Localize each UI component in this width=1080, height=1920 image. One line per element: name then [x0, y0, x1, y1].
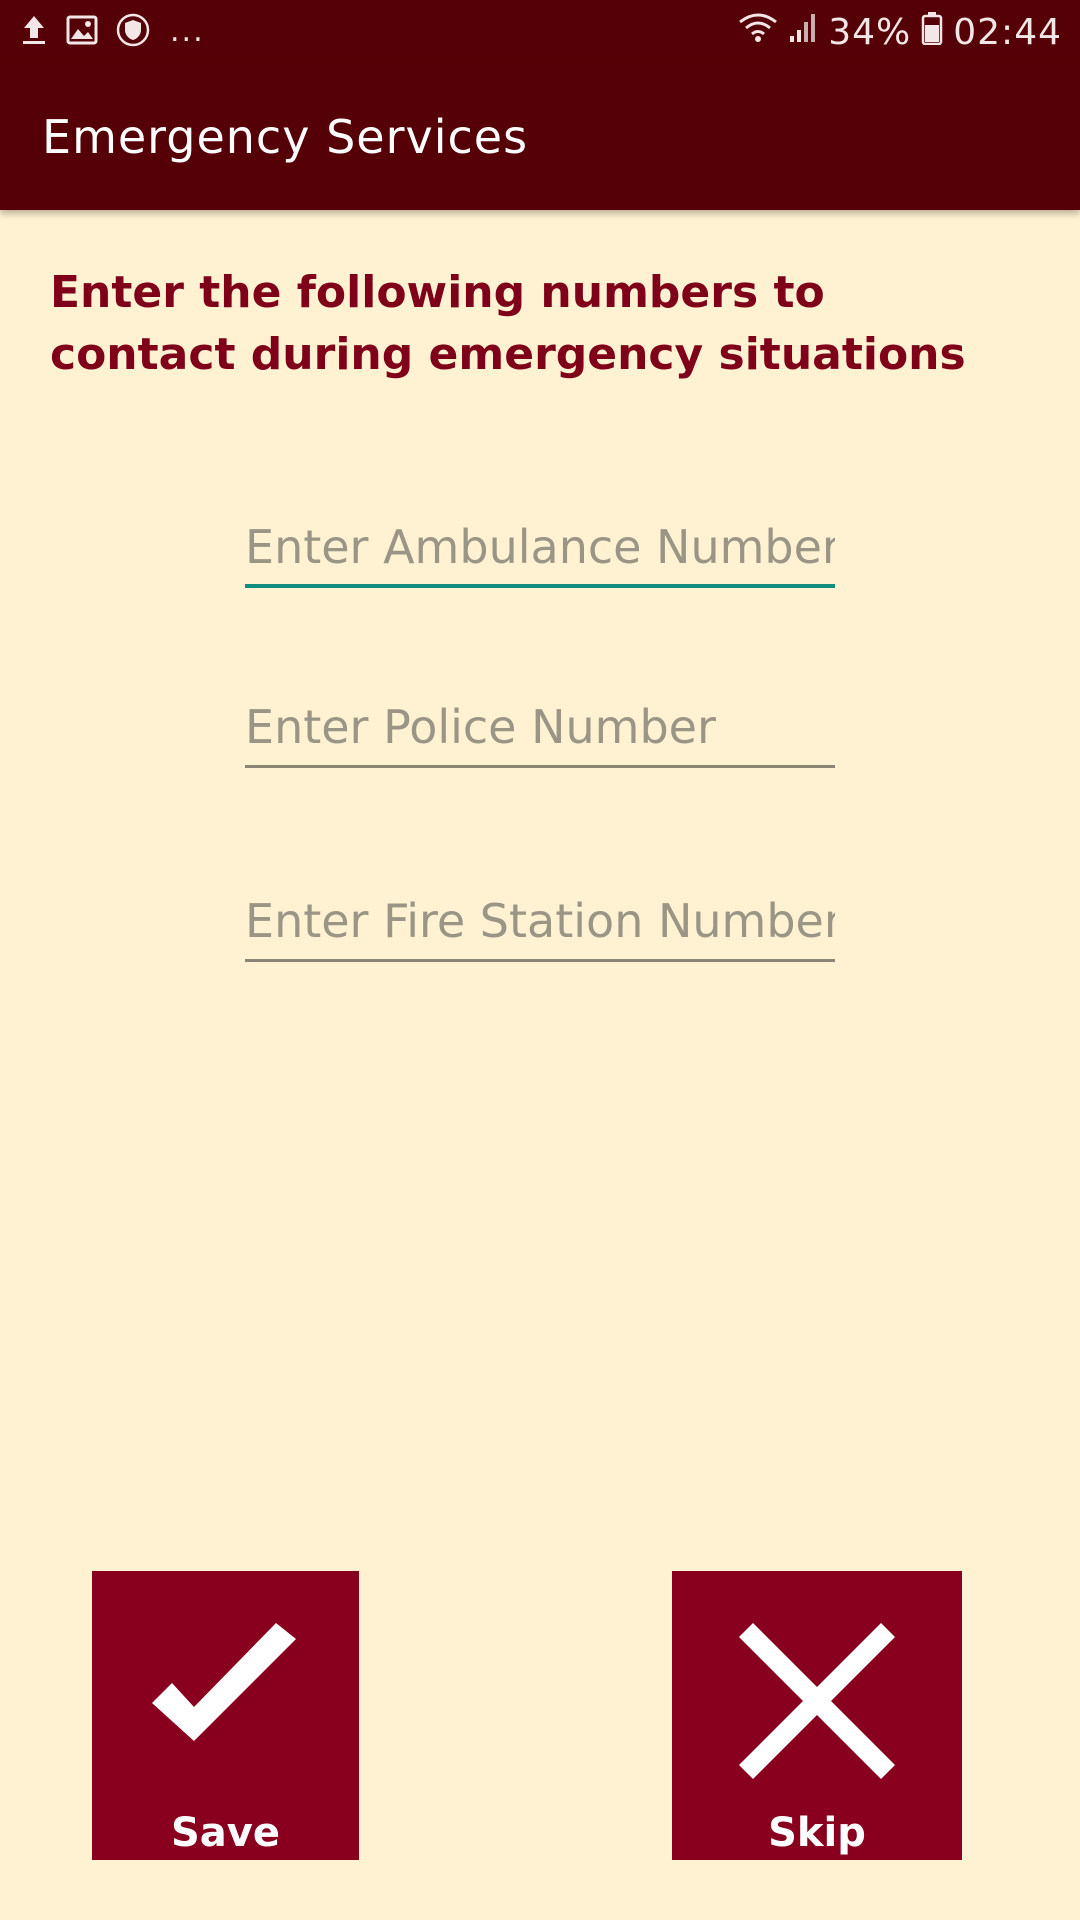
screen: ... 34% 02:44 Emergency Services Enter t… — [0, 0, 1080, 1920]
fire-input-underline — [245, 959, 835, 962]
save-label: Save — [170, 1810, 280, 1856]
app-title: Emergency Services — [42, 110, 529, 164]
police-input-underline — [245, 765, 835, 768]
police-number-input[interactable] — [245, 692, 835, 762]
status-left: ... — [20, 12, 205, 52]
ambulance-number-input[interactable] — [245, 512, 835, 582]
status-bar: ... 34% 02:44 — [0, 0, 1080, 64]
ambulance-input-underline — [245, 584, 835, 588]
status-right: 34% 02:44 — [738, 10, 1062, 54]
skip-label: Skip — [768, 1810, 866, 1856]
fire-station-number-input[interactable] — [245, 886, 835, 956]
image-icon — [66, 15, 98, 49]
battery-icon — [921, 11, 943, 54]
clock: 02:44 — [953, 11, 1062, 53]
battery-percent: 34% — [828, 11, 912, 53]
app-bar: Emergency Services — [0, 64, 1080, 210]
wifi-icon — [738, 12, 778, 53]
close-icon — [672, 1611, 962, 1791]
more-dots: ... — [170, 14, 205, 49]
check-icon — [92, 1611, 359, 1771]
signal-icon — [788, 12, 818, 53]
instruction-text: Enter the following numbers to contact d… — [50, 267, 966, 380]
upload-icon — [20, 14, 48, 50]
shield-icon — [116, 13, 150, 51]
save-button[interactable]: Save — [92, 1571, 359, 1860]
skip-button[interactable]: Skip — [672, 1571, 962, 1860]
